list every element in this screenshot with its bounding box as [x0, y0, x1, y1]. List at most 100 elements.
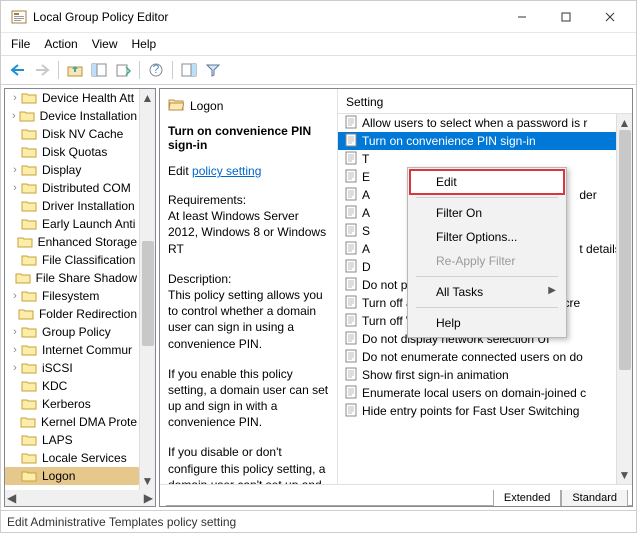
setting-row[interactable]: Enumerate local users on domain-joined c — [338, 384, 616, 402]
minimize-button[interactable] — [500, 2, 544, 32]
maximize-button[interactable] — [544, 2, 588, 32]
setting-label: Turn on convenience PIN sign-in — [362, 134, 536, 148]
context-menu-item[interactable]: Filter On — [410, 201, 564, 225]
tree-expand-icon[interactable]: › — [9, 290, 21, 302]
app-icon — [11, 9, 27, 25]
description-header: Logon — [190, 99, 223, 113]
help-button[interactable]: ? — [145, 59, 167, 81]
tree-item[interactable]: › Filesystem — [5, 287, 139, 305]
menu-action[interactable]: Action — [44, 37, 77, 51]
tree-expand-icon[interactable]: › — [9, 344, 21, 356]
settings-vertical-scrollbar[interactable]: ▲▼ — [616, 114, 632, 484]
show-hide-action-button[interactable] — [178, 59, 200, 81]
forward-button[interactable] — [31, 59, 53, 81]
tree-item[interactable]: Early Launch Anti — [5, 215, 139, 233]
tree-item-label: Filesystem — [40, 289, 101, 303]
close-button[interactable] — [588, 2, 632, 32]
setting-label: Do not enumerate connected users on do — [362, 350, 583, 364]
setting-label: E — [362, 170, 370, 184]
tree-item[interactable]: Logon — [5, 467, 139, 485]
setting-row[interactable]: Do not enumerate connected users on do — [338, 348, 616, 366]
view-tabs: Extended Standard — [160, 484, 632, 506]
column-header-setting[interactable]: Setting — [338, 89, 632, 114]
folder-icon — [21, 378, 37, 395]
setting-label: Allow users to select when a password is… — [362, 116, 587, 130]
tree-item[interactable]: ›Distributed COM — [5, 179, 139, 197]
folder-icon — [21, 450, 37, 467]
tree-item-label: Kerberos — [40, 397, 93, 411]
folder-icon — [21, 252, 37, 269]
tree[interactable]: ›Device Health Att›Device InstallationDi… — [5, 89, 139, 490]
policy-icon — [344, 169, 362, 186]
tree-horizontal-scrollbar[interactable]: ◀▶ — [5, 490, 155, 506]
tab-standard[interactable]: Standard — [561, 490, 628, 507]
tree-item[interactable]: Driver Installation — [5, 197, 139, 215]
tree-item[interactable]: LAPS — [5, 431, 139, 449]
titlebar: Local Group Policy Editor — [1, 1, 636, 33]
menu-view[interactable]: View — [92, 37, 118, 51]
tree-item[interactable]: ›Internet Commur — [5, 341, 139, 359]
context-menu-item[interactable]: Edit — [410, 170, 564, 194]
tree-item[interactable]: ›iSCSI — [5, 359, 139, 377]
tree-expand-icon[interactable]: › — [9, 110, 19, 122]
setting-row[interactable]: Show first sign-in animation — [338, 366, 616, 384]
policy-icon — [344, 403, 362, 420]
tree-expand-icon[interactable]: › — [9, 182, 21, 194]
filter-button[interactable] — [202, 59, 224, 81]
folder-icon — [21, 198, 37, 215]
tree-item[interactable]: KDC — [5, 377, 139, 395]
tree-item[interactable]: ›Device Health Att — [5, 89, 139, 107]
tree-item-label: Group Policy — [40, 325, 113, 339]
tree-expand-icon[interactable]: › — [9, 326, 21, 338]
tree-expand-icon[interactable]: › — [9, 362, 21, 374]
tree-item[interactable]: Disk NV Cache — [5, 125, 139, 143]
folder-icon — [21, 180, 37, 197]
back-button[interactable] — [7, 59, 29, 81]
tree-item[interactable]: Disk Quotas — [5, 143, 139, 161]
export-list-button[interactable] — [112, 59, 134, 81]
tree-item-label: Kernel DMA Prote — [39, 415, 139, 429]
tree-expand-icon[interactable]: › — [9, 92, 21, 104]
tree-item[interactable]: Folder Redirection — [5, 305, 139, 323]
tree-expand-icon[interactable]: › — [9, 164, 21, 176]
tree-item-label: Driver Installation — [40, 199, 137, 213]
tree-item[interactable]: › Device Installation — [5, 107, 139, 125]
setting-label: S — [362, 224, 370, 238]
tree-item[interactable]: › Group Policy — [5, 323, 139, 341]
tree-item[interactable]: Enhanced Storage — [5, 233, 139, 251]
context-menu-item[interactable]: All Tasks▶ — [410, 280, 564, 304]
tree-item[interactable]: Kernel DMA Prote — [5, 413, 139, 431]
tree-item[interactable]: Locale Services — [5, 449, 139, 467]
policy-icon — [344, 241, 362, 258]
policy-icon — [344, 331, 362, 348]
setting-row[interactable]: Hide entry points for Fast User Switchin… — [338, 402, 616, 420]
context-menu-item[interactable]: Help — [410, 311, 564, 335]
tree-item-label: Device Installation — [38, 109, 139, 123]
tab-extended[interactable]: Extended — [493, 490, 561, 507]
folder-icon — [21, 324, 37, 341]
description-label: Description: — [168, 271, 329, 287]
context-menu-item[interactable]: Filter Options... — [410, 225, 564, 249]
policy-setting-link[interactable]: policy setting — [192, 164, 261, 178]
show-hide-tree-button[interactable] — [88, 59, 110, 81]
tree-item[interactable]: ›Display — [5, 161, 139, 179]
tree-item-label: File Classification — [40, 253, 137, 267]
tree-item-label: KDC — [40, 379, 69, 393]
setting-row[interactable]: Allow users to select when a password is… — [338, 114, 616, 132]
policy-icon — [344, 133, 362, 150]
menu-help[interactable]: Help — [132, 37, 157, 51]
svg-text:?: ? — [153, 63, 160, 76]
tree-item[interactable]: Kerberos — [5, 395, 139, 413]
folder-icon — [18, 306, 34, 323]
setting-row[interactable]: Turn on convenience PIN sign-in — [338, 132, 616, 150]
tree-item[interactable]: File Classification — [5, 251, 139, 269]
folder-icon — [21, 468, 37, 485]
policy-icon — [344, 151, 362, 168]
menu-file[interactable]: File — [11, 37, 30, 51]
tree-vertical-scrollbar[interactable]: ▲▼ — [139, 89, 155, 490]
up-folder-button[interactable] — [64, 59, 86, 81]
tree-item[interactable]: File Share Shadow — [5, 269, 139, 287]
setting-label: Hide entry points for Fast User Switchin… — [362, 404, 579, 418]
description-text: This policy setting allows you to contro… — [168, 287, 329, 352]
setting-row[interactable]: T — [338, 150, 616, 168]
